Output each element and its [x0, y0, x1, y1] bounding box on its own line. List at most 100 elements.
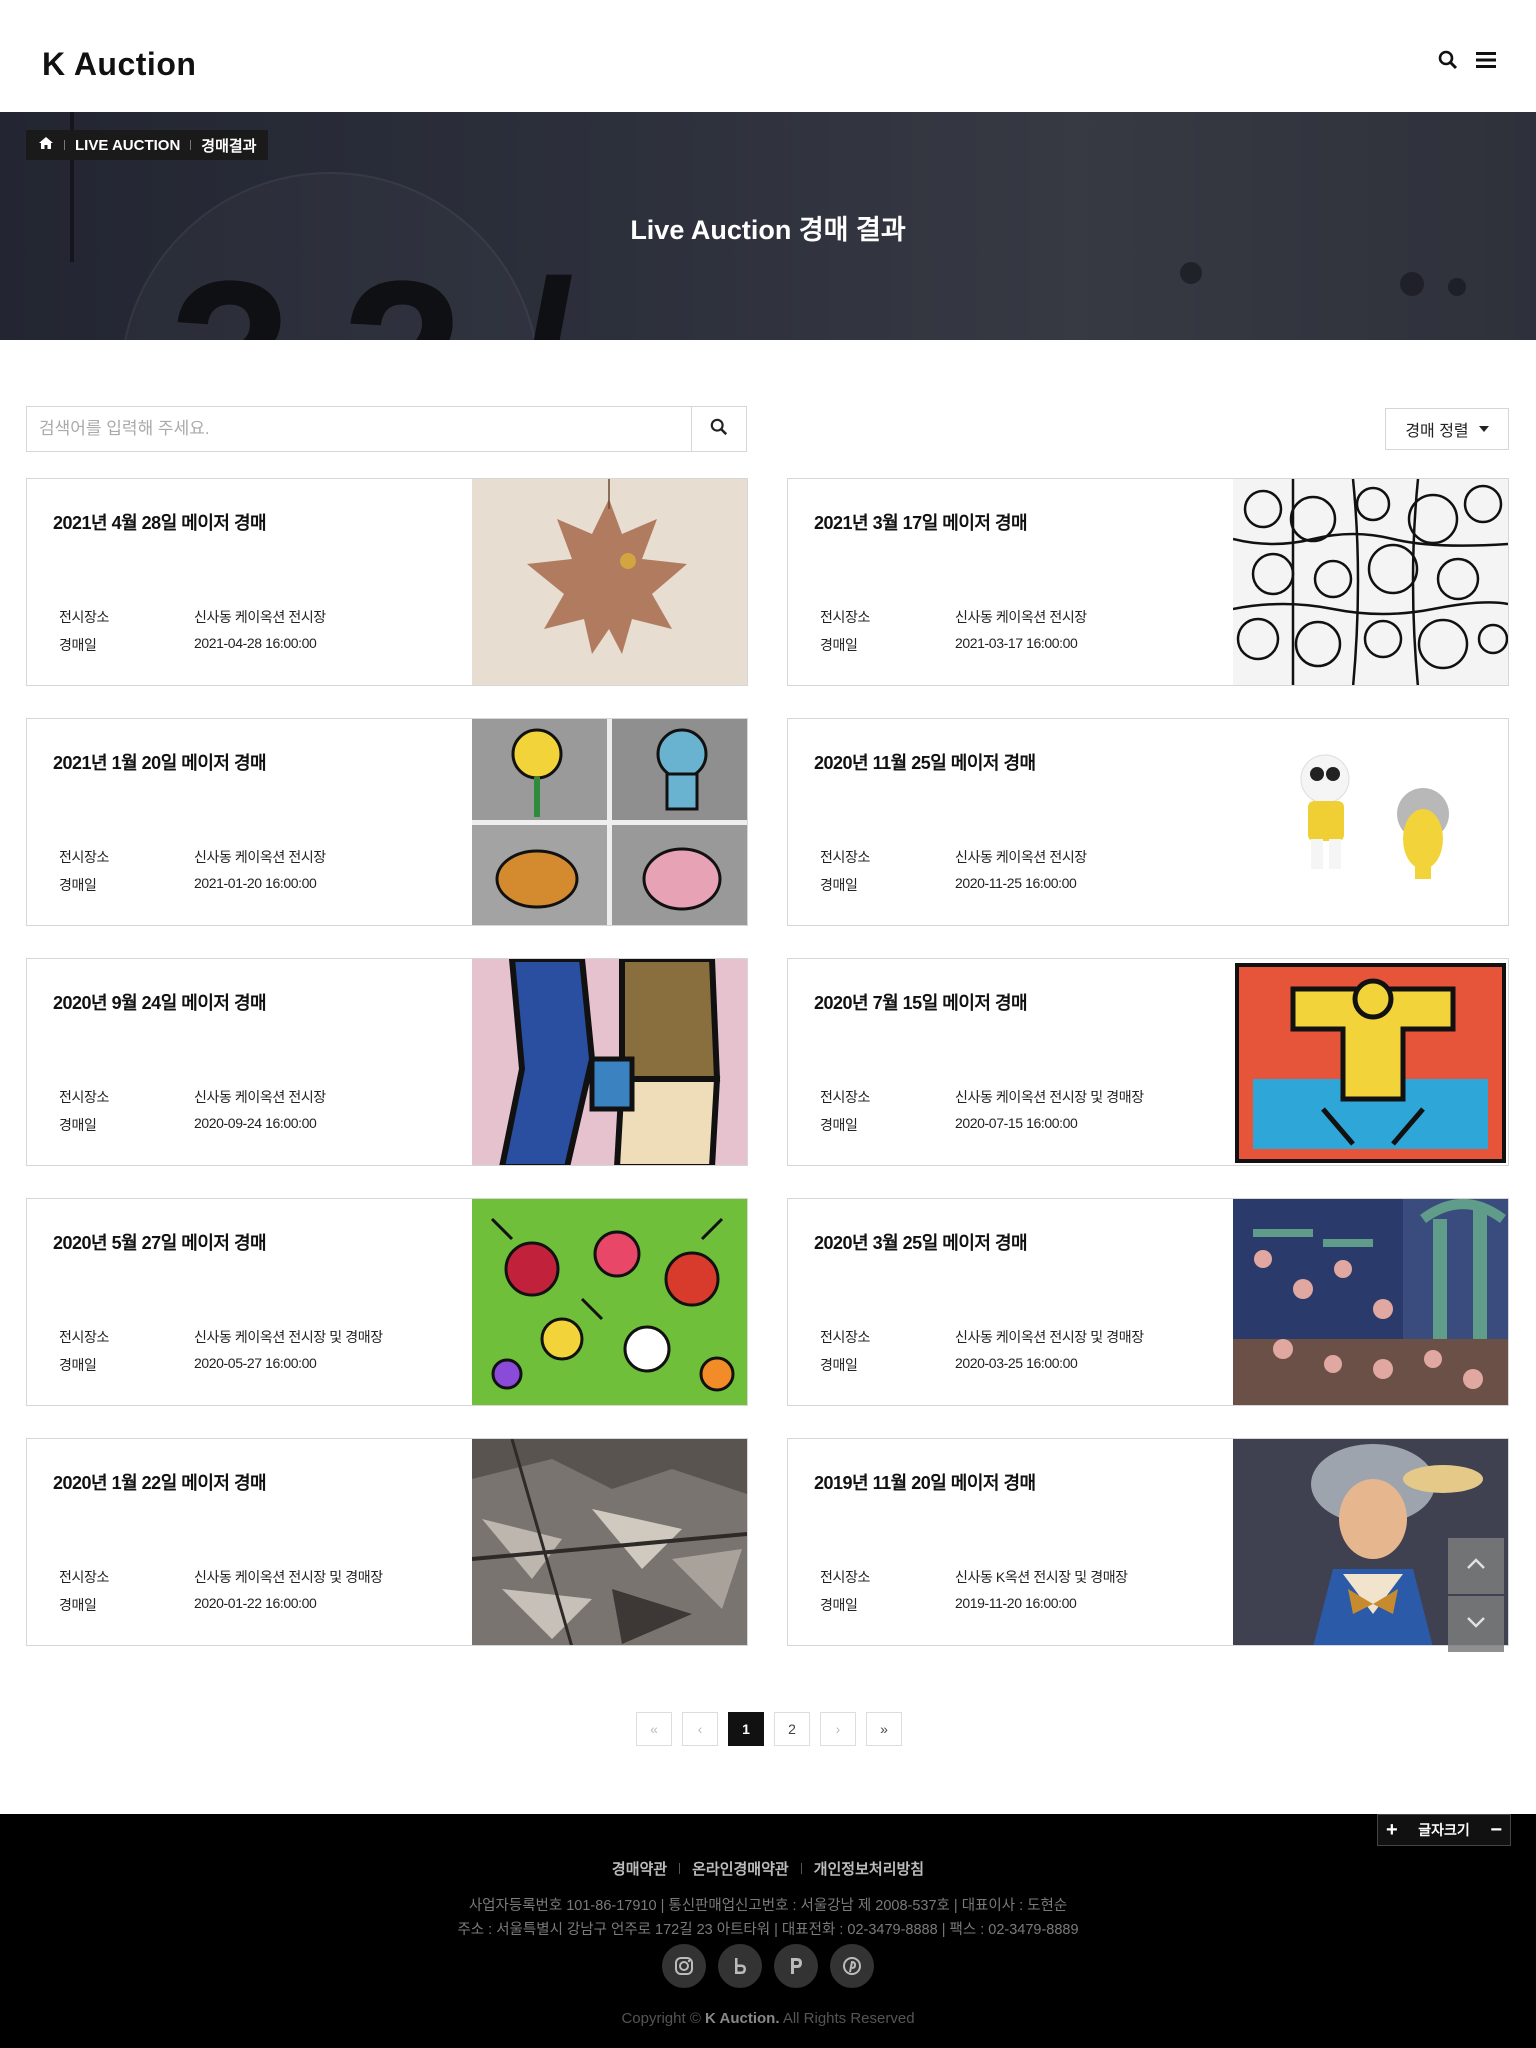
copyright-suffix: All Rights Reserved: [782, 2010, 915, 2027]
auction-thumbnail-image[interactable]: [472, 959, 747, 1165]
auction-card[interactable]: 2021년 3월 17일 메이저 경매 전시장소 신사동 케이옥션 전시장 경매일…: [787, 478, 1509, 686]
date-label: 경매일: [59, 1357, 97, 1373]
hero-banner: 3 2 / LIVE AUCTION 경매결과 Live Auction 경매 …: [0, 112, 1536, 340]
auction-thumbnail-image[interactable]: [1233, 719, 1508, 925]
prev-page-button[interactable]: ‹: [682, 1712, 718, 1746]
venue-label: 전시장소: [820, 609, 870, 625]
post-icon[interactable]: [774, 1944, 818, 1988]
footer-link-privacy[interactable]: 개인정보처리방침: [814, 1858, 924, 1879]
date-value: 2021-01-20 16:00:00: [194, 875, 317, 891]
venue-label: 전시장소: [59, 1329, 109, 1345]
auction-thumbnail-image[interactable]: [472, 479, 747, 685]
venue-value: 신사동 케이옥션 전시장: [955, 609, 1087, 625]
search-icon[interactable]: [1434, 46, 1462, 74]
auction-thumbnail-image[interactable]: [1233, 959, 1508, 1165]
scroll-bottom-button[interactable]: [1448, 1596, 1504, 1652]
font-size-increase-button[interactable]: +: [1386, 1819, 1398, 1842]
venue-label: 전시장소: [820, 1329, 870, 1345]
scroll-top-button[interactable]: [1448, 1538, 1504, 1594]
auction-title[interactable]: 2020년 9월 24일 메이저 경매: [53, 989, 267, 1015]
hamburger-menu-icon[interactable]: [1472, 46, 1500, 74]
caret-down-icon: [1478, 426, 1489, 432]
copyright: Copyright © K Auction. All Rights Reserv…: [0, 2010, 1536, 2027]
site-logo[interactable]: K Auction: [42, 46, 196, 83]
auction-title[interactable]: 2019년 11월 20일 메이저 경매: [814, 1469, 1036, 1495]
venue-value: 신사동 케이옥션 전시장: [955, 849, 1087, 865]
auction-card[interactable]: 2020년 9월 24일 메이저 경매 전시장소 신사동 케이옥션 전시장 경매일…: [26, 958, 748, 1166]
venue-label: 전시장소: [59, 1089, 109, 1105]
venue-value: 신사동 케이옥션 전시장 및 경매장: [955, 1329, 1144, 1345]
auction-title[interactable]: 2021년 4월 28일 메이저 경매: [53, 509, 267, 535]
auction-card[interactable]: 2021년 1월 20일 메이저 경매 전시장소 신사동 케이옥션 전시장 경매일…: [26, 718, 748, 926]
auction-card[interactable]: 2020년 7월 15일 메이저 경매 전시장소 신사동 케이옥션 전시장 및 경…: [787, 958, 1509, 1166]
copyright-brand: K Auction.: [705, 2010, 780, 2027]
company-info: 사업자등록번호 101-86-17910 | 통신판매업신고번호 : 서울강남 …: [468, 1898, 1068, 1914]
date-label: 경매일: [59, 1597, 97, 1613]
company-address: 주소 : 서울특별시 강남구 언주로 172길 23 아트타워 | 대표전화 :…: [457, 1922, 1079, 1938]
search-bar: [26, 406, 747, 452]
last-page-button[interactable]: »: [866, 1712, 902, 1746]
page-button-1[interactable]: 1: [728, 1712, 764, 1746]
date-value: 2019-11-20 16:00:00: [955, 1595, 1077, 1611]
date-label: 경매일: [59, 637, 97, 653]
date-label: 경매일: [820, 877, 858, 893]
font-size-control: + 글자크기 −: [1377, 1814, 1511, 1846]
date-value: 2021-03-17 16:00:00: [955, 635, 1078, 651]
auction-thumbnail-image[interactable]: [472, 1199, 747, 1405]
auction-title[interactable]: 2021년 3월 17일 메이저 경매: [814, 509, 1028, 535]
sort-dropdown[interactable]: 경매 정렬: [1385, 408, 1509, 450]
site-header: K Auction: [0, 0, 1536, 112]
date-label: 경매일: [820, 1117, 858, 1133]
auction-thumbnail-image[interactable]: [472, 719, 747, 925]
font-size-decrease-button[interactable]: −: [1490, 1819, 1502, 1842]
auction-card[interactable]: 2021년 4월 28일 메이저 경매 전시장소 신사동 케이옥션 전시장 경매일…: [26, 478, 748, 686]
venue-label: 전시장소: [820, 1089, 870, 1105]
venue-value: 신사동 케이옥션 전시장 및 경매장: [194, 1329, 383, 1345]
venue-label: 전시장소: [820, 849, 870, 865]
breadcrumb-live-auction[interactable]: LIVE AUCTION: [75, 137, 180, 154]
venue-value: 신사동 케이옥션 전시장 및 경매장: [955, 1089, 1144, 1105]
venue-value: 신사동 K옥션 전시장 및 경매장: [955, 1569, 1128, 1585]
auction-thumbnail-image[interactable]: [1233, 1199, 1508, 1405]
auction-title[interactable]: 2020년 3월 25일 메이저 경매: [814, 1229, 1028, 1255]
auction-card[interactable]: 2019년 11월 20일 메이저 경매 전시장소 신사동 K옥션 전시장 및 경…: [787, 1438, 1509, 1646]
search-input[interactable]: [27, 407, 691, 451]
page-title: Live Auction 경매 결과: [630, 215, 906, 245]
auction-card[interactable]: 2020년 3월 25일 메이저 경매 전시장소 신사동 케이옥션 전시장 및 경…: [787, 1198, 1509, 1406]
pinterest-icon[interactable]: [830, 1944, 874, 1988]
auction-card[interactable]: 2020년 5월 27일 메이저 경매 전시장소 신사동 케이옥션 전시장 및 경…: [26, 1198, 748, 1406]
instagram-icon[interactable]: [662, 1944, 706, 1988]
page-button-2[interactable]: 2: [774, 1712, 810, 1746]
venue-value: 신사동 케이옥션 전시장 및 경매장: [194, 1569, 383, 1585]
sort-label: 경매 정렬: [1405, 423, 1469, 440]
home-icon[interactable]: [38, 136, 54, 155]
breadcrumb: LIVE AUCTION 경매결과: [26, 130, 269, 160]
breadcrumb-results[interactable]: 경매결과: [201, 135, 256, 156]
auction-title[interactable]: 2020년 7월 15일 메이저 경매: [814, 989, 1028, 1015]
auction-card[interactable]: 2020년 1월 22일 메이저 경매 전시장소 신사동 케이옥션 전시장 및 경…: [26, 1438, 748, 1646]
search-button[interactable]: [691, 407, 746, 451]
chevron-up-icon: [1466, 1557, 1486, 1575]
footer-link-online-terms[interactable]: 온라인경매약관: [692, 1858, 789, 1879]
date-value: 2020-11-25 16:00:00: [955, 875, 1077, 891]
auction-title[interactable]: 2021년 1월 20일 메이저 경매: [53, 749, 267, 775]
blog-icon[interactable]: [718, 1944, 762, 1988]
date-label: 경매일: [820, 637, 858, 653]
auction-title[interactable]: 2020년 5월 27일 메이저 경매: [53, 1229, 267, 1255]
date-label: 경매일: [820, 1597, 858, 1613]
date-value: 2020-03-25 16:00:00: [955, 1355, 1078, 1371]
auction-title[interactable]: 2020년 11월 25일 메이저 경매: [814, 749, 1036, 775]
venue-value: 신사동 케이옥션 전시장: [194, 849, 326, 865]
footer-link-terms[interactable]: 경매약관: [612, 1858, 667, 1879]
venue-label: 전시장소: [59, 1569, 109, 1585]
first-page-button[interactable]: «: [636, 1712, 672, 1746]
auction-thumbnail-image[interactable]: [472, 1439, 747, 1645]
copyright-prefix: Copyright ©: [621, 2010, 701, 2027]
next-page-button[interactable]: ›: [820, 1712, 856, 1746]
venue-value: 신사동 케이옥션 전시장: [194, 1089, 326, 1105]
date-value: 2020-05-27 16:00:00: [194, 1355, 317, 1371]
auction-card[interactable]: 2020년 11월 25일 메이저 경매 전시장소 신사동 케이옥션 전시장 경매…: [787, 718, 1509, 926]
auction-title[interactable]: 2020년 1월 22일 메이저 경매: [53, 1469, 267, 1495]
venue-label: 전시장소: [59, 609, 109, 625]
auction-thumbnail-image[interactable]: [1233, 479, 1508, 685]
